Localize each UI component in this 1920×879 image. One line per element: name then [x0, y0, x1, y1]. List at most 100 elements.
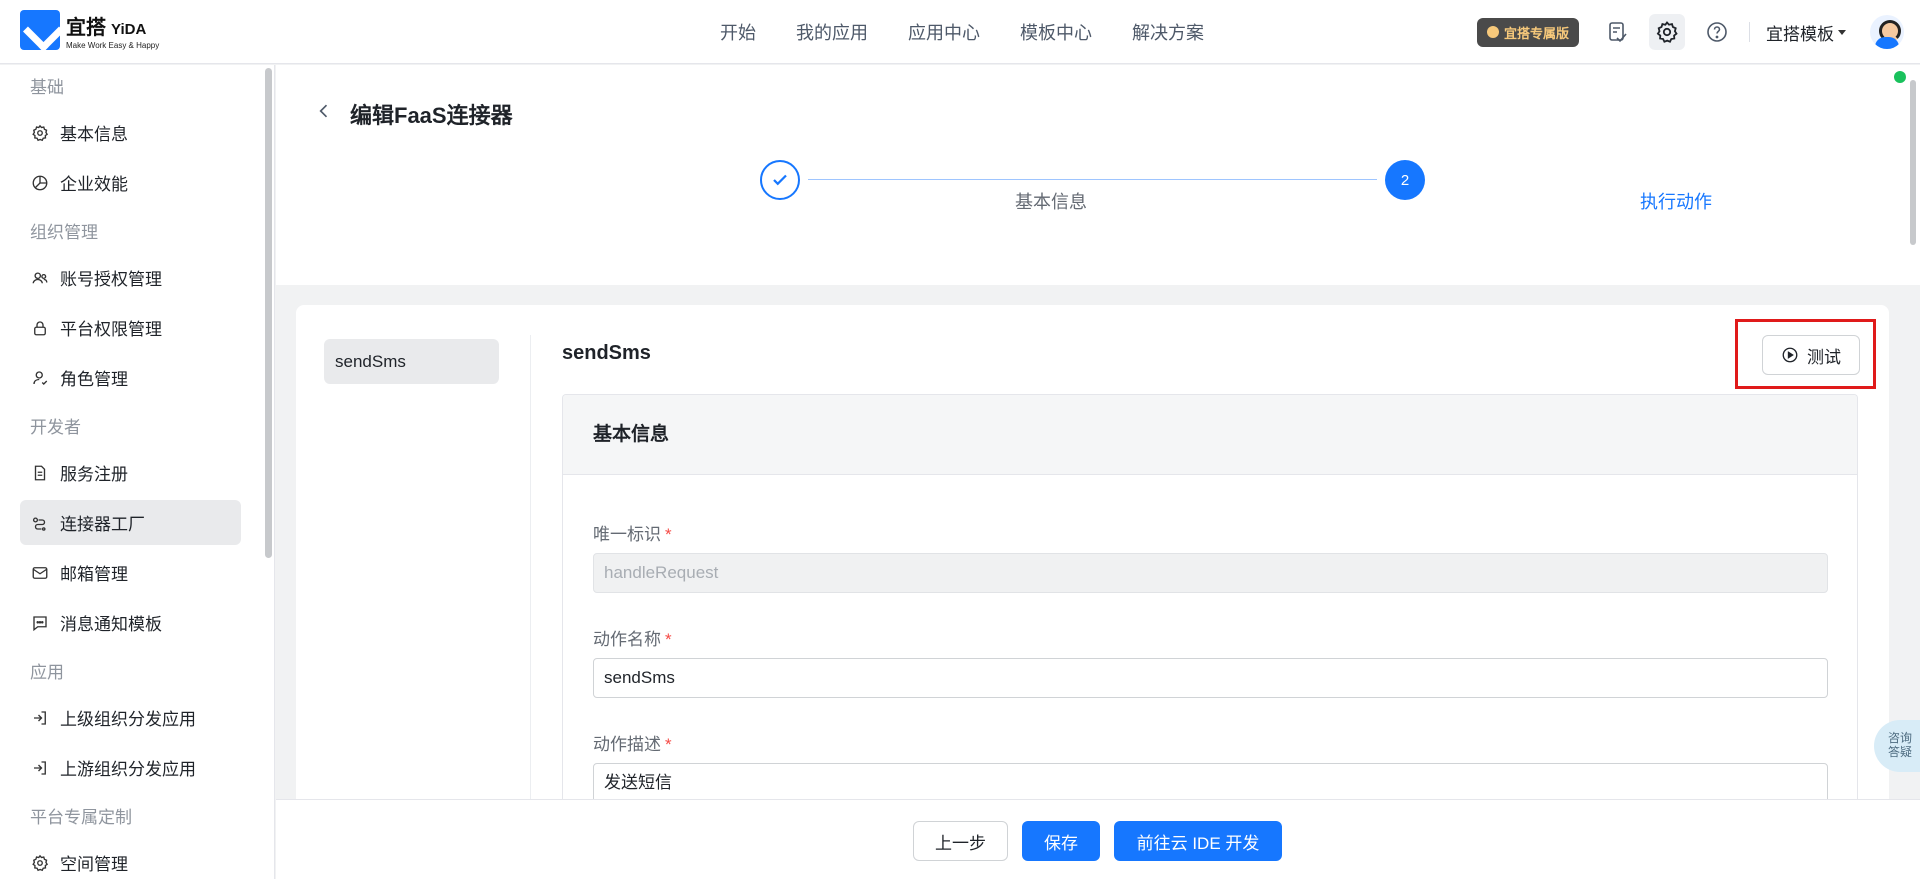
step-1-label[interactable]: 基本信息: [1015, 188, 1087, 214]
mail-icon: [30, 563, 50, 583]
test-button-label: 测试: [1807, 347, 1841, 367]
field-label-text: 动作描述: [593, 735, 661, 754]
prev-step-button[interactable]: 上一步: [913, 821, 1008, 861]
field-unique-id: 唯一标识 * handleRequest: [593, 520, 1828, 593]
help-icon[interactable]: [1699, 14, 1735, 50]
sidebar-item-connector-factory[interactable]: 连接器工厂: [20, 500, 241, 545]
logo-en: YiDA: [111, 20, 147, 38]
sidebar-item-efficiency[interactable]: 企业效能: [20, 160, 241, 205]
field-action-description: 动作描述 * 发送短信: [593, 730, 1828, 803]
lock-icon: [30, 318, 50, 338]
sidebar-item-label: 消息通知模板: [60, 615, 162, 634]
step-1-indicator[interactable]: [760, 160, 800, 200]
unique-id-input: handleRequest: [593, 553, 1828, 593]
gear-icon: [30, 123, 50, 143]
logo-slogan: Make Work Easy & Happy: [66, 40, 160, 50]
panel-title: 基本信息: [563, 395, 1857, 475]
save-button[interactable]: 保存: [1022, 821, 1100, 861]
nav-my-apps[interactable]: 我的应用: [796, 19, 868, 45]
yida-logo-icon: [20, 10, 60, 50]
import-icon: [30, 758, 50, 778]
sidebar-item-message-template[interactable]: 消息通知模板: [20, 600, 241, 645]
template-menu[interactable]: 宜搭模板: [1766, 20, 1846, 45]
sidebar-group-basic: 基础: [30, 78, 64, 97]
nav-solutions[interactable]: 解决方案: [1132, 19, 1204, 45]
sidebar-scrollbar[interactable]: [265, 68, 272, 558]
user-role-icon: [30, 368, 50, 388]
sidebar-item-label: 角色管理: [60, 370, 128, 389]
step-2-number: 2: [1400, 171, 1410, 189]
step-2-label[interactable]: 执行动作: [1640, 188, 1712, 214]
sidebar-item-platform-permission[interactable]: 平台权限管理: [20, 305, 241, 350]
sidebar-item-space-management[interactable]: 空间管理: [20, 840, 241, 879]
avatar[interactable]: [1870, 15, 1904, 49]
message-icon: [30, 613, 50, 633]
pie-chart-icon: [30, 173, 50, 193]
step-2-indicator[interactable]: 2: [1385, 160, 1425, 200]
action-name-input[interactable]: sendSms: [593, 658, 1828, 698]
vip-badge[interactable]: 宜搭专属版: [1476, 17, 1579, 47]
sidebar-item-label: 服务注册: [60, 465, 128, 484]
sidebar-item-label: 账号授权管理: [60, 270, 162, 289]
sidebar-group-org: 组织管理: [30, 223, 98, 242]
test-button[interactable]: 测试: [1762, 335, 1860, 375]
open-cloud-ide-button[interactable]: 前往云 IDE 开发: [1114, 821, 1282, 861]
sidebar-item-label: 基本信息: [60, 125, 128, 144]
sidebar-item-service-register[interactable]: 服务注册: [20, 450, 241, 495]
nav-start[interactable]: 开始: [720, 19, 756, 45]
online-status-dot: [1894, 71, 1906, 83]
field-label-text: 唯一标识: [593, 525, 661, 544]
main-nav: 开始 我的应用 应用中心 模板中心 解决方案: [720, 0, 1244, 64]
users-icon: [30, 268, 50, 288]
required-mark: *: [665, 735, 672, 754]
sidebar-item-label: 邮箱管理: [60, 565, 128, 584]
sidebar-item-label: 连接器工厂: [60, 515, 145, 534]
sidebar-item-upstream-org-apps[interactable]: 上游组织分发应用: [20, 745, 241, 790]
logo-text: 宜搭 YiDA Make Work Easy & Happy: [66, 11, 159, 50]
crown-icon: [1486, 26, 1499, 38]
header-divider: [1749, 22, 1750, 42]
back-chevron-icon[interactable]: [314, 101, 334, 121]
sidebar-item-basic-info[interactable]: 基本信息: [20, 110, 241, 155]
gear-icon: [30, 853, 50, 873]
nav-app-center[interactable]: 应用中心: [908, 19, 980, 45]
todo-icon[interactable]: [1599, 14, 1635, 50]
field-label: 动作名称 *: [593, 625, 1828, 650]
template-menu-label: 宜搭模板: [1766, 24, 1834, 44]
sidebar-item-role[interactable]: 角色管理: [20, 355, 241, 400]
action-description-input[interactable]: 发送短信: [593, 763, 1828, 803]
sidebar-group-apps: 应用: [30, 663, 64, 682]
consult-widget-line1: 咨询: [1888, 731, 1913, 745]
top-header: 宜搭 YiDA Make Work Easy & Happy 开始 我的应用 应…: [0, 0, 1920, 64]
sidebar: 基础 基本信息 企业效能 组织管理 账号授权管理 平台权限管理 角色管理 开发者…: [0, 65, 275, 879]
field-label: 动作描述 *: [593, 730, 1828, 755]
consult-widget[interactable]: 咨询 答疑: [1874, 720, 1920, 772]
field-label-text: 动作名称: [593, 630, 661, 649]
action-tab-sendsms[interactable]: sendSms: [324, 339, 499, 384]
sidebar-item-label: 上级组织分发应用: [60, 710, 196, 729]
yida-logo[interactable]: 宜搭 YiDA Make Work Easy & Happy: [20, 10, 159, 50]
nav-template-center[interactable]: 模板中心: [1020, 19, 1092, 45]
main-scrollbar[interactable]: [1910, 80, 1916, 245]
document-icon: [30, 463, 50, 483]
page-header: 编辑FaaS连接器 2 基本信息 执行动作: [276, 65, 1920, 285]
card-divider: [530, 335, 531, 879]
chevron-down-icon: [1838, 29, 1846, 35]
action-editor-card: sendSms sendSms 测试 基本信息 唯一标识 * handleRequ…: [296, 305, 1889, 879]
logo-cn: 宜搭: [66, 16, 106, 39]
sidebar-item-account-auth[interactable]: 账号授权管理: [20, 255, 241, 300]
vip-badge-label: 宜搭专属版: [1503, 25, 1569, 41]
sidebar-item-parent-org-apps[interactable]: 上级组织分发应用: [20, 695, 241, 740]
sidebar-item-label: 上游组织分发应用: [60, 760, 196, 779]
consult-widget-line2: 答疑: [1888, 745, 1913, 759]
connector-icon: [30, 513, 50, 533]
page-title: 编辑FaaS连接器: [350, 103, 513, 128]
import-icon: [30, 708, 50, 728]
action-title: sendSms: [562, 342, 651, 364]
play-circle-icon: [1782, 347, 1798, 363]
sidebar-group-developer: 开发者: [30, 418, 81, 437]
footer-bar: 上一步 保存 前往云 IDE 开发: [276, 799, 1920, 879]
sidebar-item-mailbox[interactable]: 邮箱管理: [20, 550, 241, 595]
settings-gear-icon[interactable]: [1649, 14, 1685, 50]
sidebar-item-label: 空间管理: [60, 855, 128, 874]
